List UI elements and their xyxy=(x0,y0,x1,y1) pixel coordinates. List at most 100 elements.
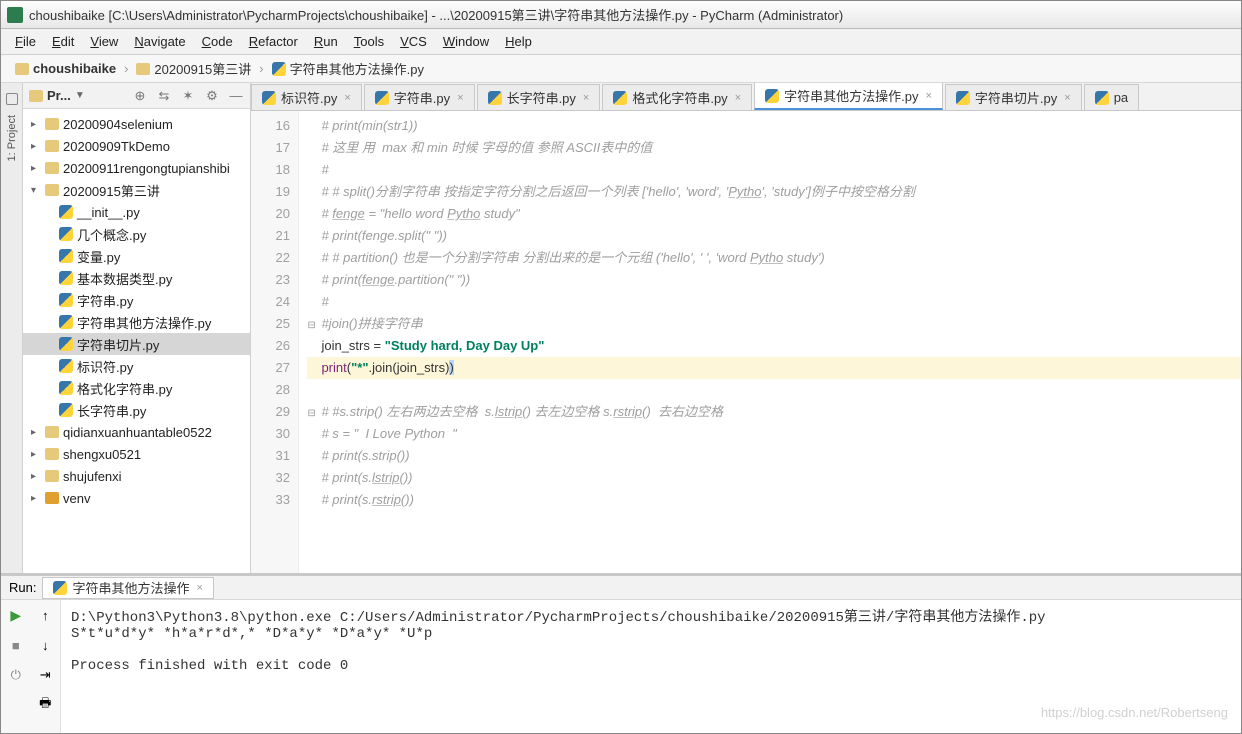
chevron-right-icon: › xyxy=(259,61,263,76)
settings-gear-icon[interactable]: ⚙ xyxy=(204,88,220,104)
venv-icon xyxy=(45,492,59,504)
python-file-icon xyxy=(53,581,67,595)
tool-window-stripe[interactable]: 1: Project xyxy=(1,83,23,573)
editor-tab[interactable]: 字符串.py× xyxy=(364,84,475,110)
menu-edit[interactable]: Edit xyxy=(44,31,82,52)
editor-tab[interactable]: 字符串其他方法操作.py× xyxy=(754,83,943,110)
python-file-icon xyxy=(59,403,73,417)
close-icon[interactable]: × xyxy=(735,92,741,104)
breadcrumb-folder-label: 20200915第三讲 xyxy=(154,59,251,78)
print-icon[interactable]: 🖶 xyxy=(36,696,54,714)
tree-node-label: shujufenxi xyxy=(63,469,122,484)
folder-icon xyxy=(45,184,59,196)
tree-node[interactable]: ▸20200904selenium xyxy=(23,113,250,135)
tab-label: 字符串切片.py xyxy=(975,88,1057,107)
project-tool-label[interactable]: 1: Project xyxy=(6,115,18,161)
close-icon[interactable]: × xyxy=(196,582,202,594)
editor-tab[interactable]: 格式化字符串.py× xyxy=(602,84,752,110)
breadcrumb-root[interactable]: choushibaike xyxy=(9,59,122,78)
folder-icon xyxy=(29,90,43,102)
breadcrumb-folder[interactable]: 20200915第三讲 xyxy=(130,57,257,80)
tree-node[interactable]: ▾20200915第三讲 xyxy=(23,179,250,201)
chevron-right-icon: › xyxy=(124,61,128,76)
folder-icon xyxy=(15,63,29,75)
folder-icon xyxy=(45,162,59,174)
titlebar: choushibaike [C:\Users\Administrator\Pyc… xyxy=(1,1,1241,29)
collapse-icon[interactable]: ✶ xyxy=(180,88,196,104)
run-header: Run: 字符串其他方法操作× xyxy=(1,576,1241,600)
python-file-icon xyxy=(59,249,73,263)
tree-node[interactable]: ▸shengxu0521 xyxy=(23,443,250,465)
menu-vcs[interactable]: VCS xyxy=(392,31,435,52)
menu-tools[interactable]: Tools xyxy=(346,31,392,52)
line-gutter[interactable]: 161718192021222324252627282930313233 xyxy=(251,111,299,573)
menu-run[interactable]: Run xyxy=(306,31,346,52)
tree-node[interactable]: ▸shujufenxi xyxy=(23,465,250,487)
menu-window[interactable]: Window xyxy=(435,31,497,52)
locate-icon[interactable]: ⊕ xyxy=(132,88,148,104)
scroll-down-icon[interactable]: ↓ xyxy=(36,636,54,654)
tree-node[interactable]: 字符串切片.py xyxy=(23,333,250,355)
editor-tab[interactable]: 长字符串.py × xyxy=(477,84,601,110)
run-tab[interactable]: 字符串其他方法操作× xyxy=(42,577,213,599)
tree-node[interactable]: 标识符.py xyxy=(23,355,250,377)
tree-node[interactable]: ▸20200909TkDemo xyxy=(23,135,250,157)
python-file-icon xyxy=(375,91,389,105)
tree-node[interactable]: ▸20200911rengongtupianshibi xyxy=(23,157,250,179)
tree-node[interactable]: 长字符串.py xyxy=(23,399,250,421)
tree-node[interactable]: 几个概念.py xyxy=(23,223,250,245)
menu-file[interactable]: File xyxy=(7,31,44,52)
tree-node[interactable]: __init__.py xyxy=(23,201,250,223)
python-file-icon xyxy=(59,359,73,373)
tree-node-label: 标识符.py xyxy=(77,357,133,376)
python-file-icon xyxy=(956,91,970,105)
close-icon[interactable]: × xyxy=(344,92,350,104)
editor-tab[interactable]: 标识符.py× xyxy=(251,84,362,110)
exit-button[interactable]: ⏻ xyxy=(7,666,25,684)
code-editor[interactable]: 161718192021222324252627282930313233 # p… xyxy=(251,111,1241,573)
menu-code[interactable]: Code xyxy=(194,31,241,52)
tree-node[interactable]: 字符串其他方法操作.py xyxy=(23,311,250,333)
project-tree[interactable]: ▸20200904selenium▸20200909TkDemo▸2020091… xyxy=(23,109,250,573)
stop-button[interactable]: ■ xyxy=(7,636,25,654)
breadcrumbs: choushibaike › 20200915第三讲 › 字符串其他方法操作.p… xyxy=(1,55,1241,83)
soft-wrap-icon[interactable]: ⇥ xyxy=(36,666,54,684)
editor-tabs: 标识符.py×字符串.py×长字符串.py×格式化字符串.py×字符串其他方法操… xyxy=(251,83,1241,111)
python-file-icon xyxy=(272,62,286,76)
menu-navigate[interactable]: Navigate xyxy=(126,31,193,52)
watermark: https://blog.csdn.net/Robertseng xyxy=(1041,705,1228,720)
tree-node[interactable]: 基本数据类型.py xyxy=(23,267,250,289)
close-icon[interactable]: × xyxy=(1064,92,1070,104)
scroll-up-icon[interactable]: ↑ xyxy=(36,606,54,624)
tree-node[interactable]: ▸qidianxuanhuantable0522 xyxy=(23,421,250,443)
menu-view[interactable]: View xyxy=(82,31,126,52)
python-file-icon xyxy=(59,381,73,395)
close-icon[interactable]: × xyxy=(457,92,463,104)
tree-node[interactable]: ▸venv xyxy=(23,487,250,509)
tree-node[interactable]: 字符串.py xyxy=(23,289,250,311)
python-file-icon xyxy=(59,271,73,285)
project-pane-title[interactable]: Pr... ▼ xyxy=(29,88,85,103)
breadcrumb-root-label: choushibaike xyxy=(33,61,116,76)
editor-tab[interactable]: 字符串切片.py × xyxy=(945,84,1082,110)
editor-tab[interactable]: pa× xyxy=(1084,84,1139,110)
tree-node-label: 变量.py xyxy=(77,247,120,266)
run-toolbar: ▶ ■ ⏻ ↑ ↓ ⇥ 🖶 xyxy=(1,600,61,733)
menu-refactor[interactable]: Refactor xyxy=(241,31,306,52)
close-icon[interactable]: × xyxy=(583,92,589,104)
python-file-icon xyxy=(59,205,73,219)
project-tool-button[interactable] xyxy=(6,93,18,105)
menu-help[interactable]: Help xyxy=(497,31,540,52)
hide-icon[interactable]: — xyxy=(228,88,244,104)
tree-node[interactable]: 变量.py xyxy=(23,245,250,267)
run-button[interactable]: ▶ xyxy=(7,606,25,624)
menubar: FileEditViewNavigateCodeRefactorRunTools… xyxy=(1,29,1241,55)
tree-node[interactable]: 格式化字符串.py xyxy=(23,377,250,399)
breadcrumb-file[interactable]: 字符串其他方法操作.py xyxy=(266,57,430,80)
code-content[interactable]: # print(min(str1)) # 这里 用 max 和 min 时候 字… xyxy=(299,111,1241,573)
expand-all-icon[interactable]: ⇆ xyxy=(156,88,172,104)
tab-label: 长字符串.py xyxy=(507,88,576,107)
close-icon[interactable]: × xyxy=(925,90,931,102)
tree-node-label: 字符串.py xyxy=(77,291,133,310)
tree-node-label: 几个概念.py xyxy=(77,225,146,244)
